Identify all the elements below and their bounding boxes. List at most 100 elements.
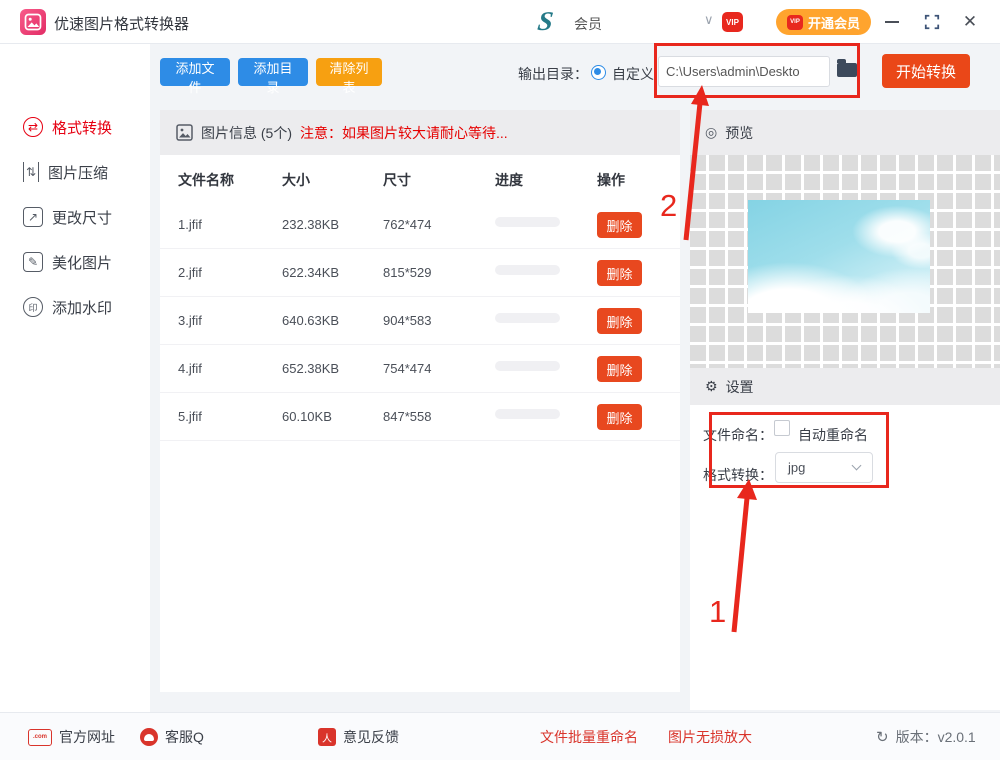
file-name: 3.jfif — [178, 313, 202, 328]
progress-bar — [495, 217, 560, 227]
custom-radio[interactable] — [591, 65, 606, 80]
chevron-down-icon[interactable]: ∨ — [704, 12, 714, 28]
progress-bar — [495, 265, 560, 275]
delete-button[interactable]: 删除 — [597, 356, 642, 382]
refresh-icon: ↻ — [876, 729, 889, 746]
table-row: 3.jfif 640.63KB 904*583 删除 — [160, 297, 680, 345]
maximize-icon — [924, 14, 940, 30]
image-info-icon — [176, 124, 193, 141]
file-size: 652.38KB — [282, 361, 340, 376]
preview-header: ◎ 预览 — [690, 110, 1000, 155]
col-dims: 尺寸 — [383, 172, 411, 188]
file-size: 640.63KB — [282, 313, 340, 328]
file-dims: 762*474 — [383, 217, 432, 232]
batch-rename-link[interactable]: 文件批量重命名 — [540, 713, 638, 760]
sidebar-item-beautify[interactable]: ✎ 美化图片 — [0, 248, 150, 276]
folder-browse-icon[interactable] — [837, 59, 857, 77]
sidebar-item-label: 格式转换 — [52, 119, 113, 137]
add-directory-button[interactable]: 添加目录 — [238, 58, 308, 95]
beautify-icon: ✎ — [23, 252, 43, 272]
format-convert-label: 格式转换： — [703, 467, 773, 483]
file-dims: 754*474 — [383, 361, 432, 376]
official-website-link[interactable]: .com 官方网址 — [28, 713, 115, 760]
title-bar: 优速图片格式转换器 S 会员 ∨ VIP VIP 开通会员 ✕ — [0, 0, 1000, 44]
table-row: 1.jfif 232.38KB 762*474 删除 — [160, 201, 680, 249]
file-size: 622.34KB — [282, 265, 340, 280]
file-dims: 904*583 — [383, 313, 432, 328]
close-button[interactable]: ✕ — [960, 12, 980, 32]
col-progress: 进度 — [495, 172, 523, 188]
sidebar-item-watermark[interactable]: 印 添加水印 — [0, 293, 150, 321]
headset-icon — [140, 728, 158, 746]
footer: .com 官方网址 客服Q 人 意见反馈 文件批量重命名 图片无损放大 ↻ 版本… — [0, 712, 1000, 760]
app-window: 优速图片格式转换器 S 会员 ∨ VIP VIP 开通会员 ✕ ⇄ 格式转换 ⇅… — [0, 0, 1000, 760]
feedback-icon: 人 — [318, 728, 336, 746]
close-icon: ✕ — [962, 12, 978, 31]
table-header: 文件名称 大小 尺寸 进度 操作 — [160, 155, 680, 201]
output-dir-label: 输出目录： — [518, 66, 588, 82]
version-label: 版本：v2.0.1 — [895, 729, 976, 745]
sidebar: ⇄ 格式转换 ⇅ 图片压缩 ↗ 更改尺寸 ✎ 美化图片 印 添加水印 — [0, 44, 150, 712]
website-icon: .com — [28, 728, 52, 746]
preview-image — [748, 200, 930, 313]
file-size: 60.10KB — [282, 409, 332, 424]
official-website-label: 官方网址 — [59, 729, 115, 745]
watermark-icon: 印 — [23, 297, 43, 317]
vip-badge-icon: VIP — [722, 12, 743, 32]
feedback-link[interactable]: 人 意见反馈 — [318, 713, 399, 760]
file-name: 1.jfif — [178, 217, 202, 232]
compress-icon: ⇅ — [23, 162, 39, 182]
minimize-icon — [885, 21, 899, 23]
chevron-down-icon — [851, 460, 862, 471]
sidebar-item-image-compress[interactable]: ⇅ 图片压缩 — [0, 158, 150, 186]
sidebar-item-label: 美化图片 — [52, 254, 113, 272]
clear-list-button[interactable]: 清除列表 — [316, 58, 382, 95]
file-name: 5.jfif — [178, 409, 202, 424]
toolbar: 添加文件 添加目录 清除列表 输出目录： 自定义 开始转换 — [150, 44, 1000, 110]
delete-button[interactable]: 删除 — [597, 260, 642, 286]
delete-button[interactable]: 删除 — [597, 308, 642, 334]
file-dims: 815*529 — [383, 265, 432, 280]
member-label: 会员 — [574, 16, 602, 32]
customer-service-link[interactable]: 客服Q — [140, 713, 204, 760]
resize-icon: ↗ — [23, 207, 43, 227]
app-title: 优速图片格式转换器 — [54, 16, 190, 33]
sidebar-item-label: 更改尺寸 — [52, 209, 113, 227]
minimize-button[interactable] — [882, 12, 902, 32]
table-row: 5.jfif 60.10KB 847*558 删除 — [160, 393, 680, 441]
format-convert-icon: ⇄ — [23, 117, 43, 137]
settings-header: ⚙ 设置 — [690, 368, 1000, 405]
file-naming-label: 文件命名： — [703, 427, 773, 443]
auto-rename-checkbox[interactable] — [774, 420, 790, 436]
col-size: 大小 — [282, 172, 310, 188]
format-select[interactable]: jpg — [775, 452, 873, 483]
settings-title: 设置 — [725, 378, 754, 395]
sidebar-item-resize[interactable]: ↗ 更改尺寸 — [0, 203, 150, 231]
delete-button[interactable]: 删除 — [597, 404, 642, 430]
version-info: ↻ 版本：v2.0.1 — [876, 713, 976, 760]
app-logo-icon — [20, 9, 46, 35]
open-vip-button[interactable]: VIP 开通会员 — [776, 9, 872, 35]
customer-service-label: 客服Q — [165, 729, 204, 745]
info-title: 图片信息 (5个) — [201, 124, 292, 141]
file-list-panel: 图片信息 (5个) 注意：如果图片较大请耐心等待... 文件名称 大小 尺寸 进… — [160, 110, 680, 692]
file-size: 232.38KB — [282, 217, 340, 232]
lossless-zoom-link[interactable]: 图片无损放大 — [668, 713, 752, 760]
start-convert-button[interactable]: 开始转换 — [882, 54, 970, 88]
sidebar-item-format-convert[interactable]: ⇄ 格式转换 — [0, 113, 150, 141]
file-dims: 847*558 — [383, 409, 432, 424]
preview-settings-panel: ◎ 预览 ⚙ 设置 文件命名： 自动重命名 格式转换： jpg — [690, 110, 1000, 710]
output-path-input[interactable] — [658, 56, 830, 87]
maximize-button[interactable] — [922, 12, 942, 32]
delete-button[interactable]: 删除 — [597, 212, 642, 238]
info-bar: 图片信息 (5个) 注意：如果图片较大请耐心等待... — [160, 110, 680, 155]
sidebar-item-label: 添加水印 — [52, 299, 113, 317]
custom-radio-label: 自定义 — [612, 66, 654, 82]
preview-title: 预览 — [725, 124, 754, 141]
info-notice: 注意：如果图片较大请耐心等待... — [300, 124, 508, 141]
auto-rename-label: 自动重命名 — [798, 427, 868, 443]
add-file-button[interactable]: 添加文件 — [160, 58, 230, 95]
table-row: 2.jfif 622.34KB 815*529 删除 — [160, 249, 680, 297]
format-select-value: jpg — [788, 460, 806, 475]
col-file-name: 文件名称 — [178, 172, 234, 188]
